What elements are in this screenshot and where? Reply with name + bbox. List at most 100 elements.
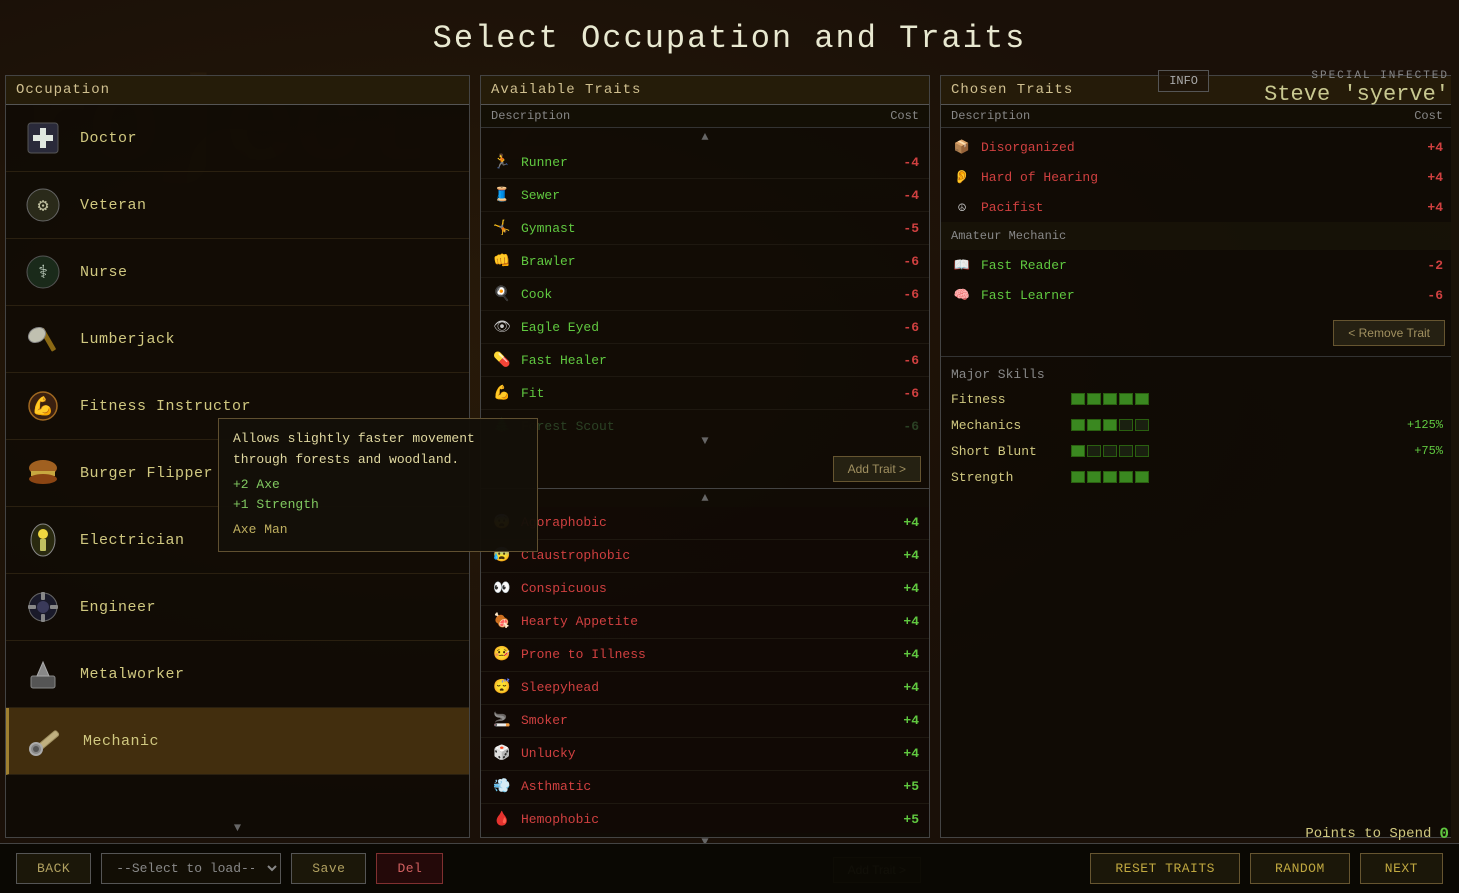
occupation-name-mechanic: Mechanic <box>83 733 159 750</box>
available-traits-subheader: Description Cost <box>481 105 929 128</box>
points-value: 0 <box>1439 825 1449 843</box>
trait-cost-eagle-eyed: -6 <box>891 320 919 335</box>
top-right-info: SPECIAL INFECTED Steve 'syerve' <box>1264 70 1449 107</box>
save-button[interactable]: Save <box>291 853 366 884</box>
nurse-icon: ⚕ <box>18 247 68 297</box>
main-layout: Occupation Doctor ⚙ <box>0 70 1459 843</box>
trait-name-gymnast: Gymnast <box>521 221 891 236</box>
trait-cost-smoker: +4 <box>891 713 919 728</box>
svg-text:💪: 💪 <box>32 395 54 418</box>
trait-sleepyhead[interactable]: 😴 Sleepyhead +4 <box>481 672 929 705</box>
trait-cost-claustrophobic: +4 <box>891 548 919 563</box>
skill-bar <box>1087 393 1101 405</box>
smoker-icon: 🚬 <box>491 710 513 732</box>
runner-icon: 🏃 <box>491 151 513 173</box>
back-button[interactable]: BACK <box>16 853 91 884</box>
trait-name-hemophobic: Hemophobic <box>521 812 891 827</box>
skill-bars-strength <box>1071 471 1385 483</box>
pos-traits-scroll-up[interactable]: ▲ <box>481 128 929 146</box>
negative-traits-list: 😨 Agoraphobic +4 😰 Claustrophobic +4 👀 C… <box>481 507 929 834</box>
cook-icon: 🍳 <box>491 283 513 305</box>
chosen-cost-fast-reader: -2 <box>1415 258 1443 273</box>
fit-icon: 💪 <box>491 382 513 404</box>
trait-agoraphobic[interactable]: 😨 Agoraphobic +4 <box>481 507 929 540</box>
fast-reader-icon: 📖 <box>951 254 973 276</box>
skill-bar <box>1135 393 1149 405</box>
trait-name-sewer: Sewer <box>521 188 891 203</box>
random-button[interactable]: RANDOM <box>1250 853 1350 884</box>
fast-learner-icon: 🧠 <box>951 284 973 306</box>
pos-traits-scroll-down[interactable]: ▼ <box>481 432 929 450</box>
trait-claustrophobic[interactable]: 😰 Claustrophobic +4 <box>481 540 929 573</box>
trait-runner[interactable]: 🏃 Runner -4 <box>481 146 929 179</box>
skill-bars-short-blunt <box>1071 445 1385 457</box>
trait-forest-scout[interactable]: 🌲 Forest Scout -6 <box>481 410 929 432</box>
trait-name-cook: Cook <box>521 287 891 302</box>
skill-bar <box>1071 445 1085 457</box>
skill-bar-empty <box>1119 419 1133 431</box>
occupation-item-engineer[interactable]: Engineer <box>6 574 469 641</box>
chosen-list: 📦 Disorganized +4 👂 Hard of Hearing +4 ☮… <box>941 128 1453 314</box>
chosen-disorganized[interactable]: 📦 Disorganized +4 <box>941 132 1453 162</box>
add-trait-button-top[interactable]: Add Trait > <box>833 456 921 482</box>
trait-cook[interactable]: 🍳 Cook -6 <box>481 278 929 311</box>
trait-fast-healer[interactable]: 💊 Fast Healer -6 <box>481 344 929 377</box>
skill-bar <box>1071 419 1085 431</box>
chosen-traits-subheader: Description Cost <box>941 105 1453 128</box>
trait-hearty-appetite[interactable]: 🍖 Hearty Appetite +4 <box>481 606 929 639</box>
chosen-name-disorganized: Disorganized <box>981 140 1415 155</box>
trait-asthmatic[interactable]: 💨 Asthmatic +5 <box>481 771 929 804</box>
next-button[interactable]: NEXT <box>1360 853 1443 884</box>
remove-trait-button[interactable]: < Remove Trait <box>1333 320 1445 346</box>
load-select[interactable]: --Select to load-- <box>101 853 281 884</box>
chosen-name-pacifist: Pacifist <box>981 200 1415 215</box>
trait-fit[interactable]: 💪 Fit -6 <box>481 377 929 410</box>
trait-hemophobic[interactable]: 🩸 Hemophobic +5 <box>481 804 929 834</box>
neg-traits-scroll-up[interactable]: ▲ <box>481 489 929 507</box>
skill-bar <box>1087 471 1101 483</box>
chosen-name-hard-hearing: Hard of Hearing <box>981 170 1415 185</box>
chosen-cost-hard-hearing: +4 <box>1415 170 1443 185</box>
trait-cost-fast-healer: -6 <box>891 353 919 368</box>
trait-tooltip: Allows slightly faster movement through … <box>218 418 538 552</box>
del-button[interactable]: Del <box>376 853 443 884</box>
available-traits-desc-col: Description <box>491 109 570 123</box>
major-skills-header: Major Skills <box>951 361 1443 386</box>
trait-conspicuous[interactable]: 👀 Conspicuous +4 <box>481 573 929 606</box>
trait-cost-fit: -6 <box>891 386 919 401</box>
chosen-name-fast-learner: Fast Learner <box>981 288 1415 303</box>
doctor-icon <box>18 113 68 163</box>
trait-gymnast[interactable]: 🤸 Gymnast -5 <box>481 212 929 245</box>
skill-bar <box>1071 471 1085 483</box>
trait-prone-to-illness[interactable]: 🤒 Prone to Illness +4 <box>481 639 929 672</box>
occupation-scroll-down[interactable]: ▼ <box>6 819 469 837</box>
occupation-name-fitness: Fitness Instructor <box>80 398 251 415</box>
trait-cost-sewer: -4 <box>891 188 919 203</box>
hard-hearing-icon: 👂 <box>951 166 973 188</box>
trait-sewer[interactable]: 🧵 Sewer -4 <box>481 179 929 212</box>
occupation-item-mechanic[interactable]: Mechanic <box>6 708 469 775</box>
occupation-item-doctor[interactable]: Doctor <box>6 105 469 172</box>
eagle-eyed-icon: 👁 <box>491 316 513 338</box>
occupation-item-lumberjack[interactable]: Lumberjack <box>6 306 469 373</box>
svg-text:⚕: ⚕ <box>38 264 49 284</box>
trait-smoker[interactable]: 🚬 Smoker +4 <box>481 705 929 738</box>
chosen-fast-reader[interactable]: 📖 Fast Reader -2 <box>941 250 1453 280</box>
skill-bar <box>1103 393 1117 405</box>
trait-eagle-eyed[interactable]: 👁 Eagle Eyed -6 <box>481 311 929 344</box>
occupation-header: Occupation <box>6 76 469 105</box>
trait-brawler[interactable]: 👊 Brawler -6 <box>481 245 929 278</box>
sewer-icon: 🧵 <box>491 184 513 206</box>
chosen-pacifist[interactable]: ☮ Pacifist +4 <box>941 192 1453 222</box>
trait-name-fast-healer: Fast Healer <box>521 353 891 368</box>
electrician-icon <box>18 515 68 565</box>
chosen-hard-hearing[interactable]: 👂 Hard of Hearing +4 <box>941 162 1453 192</box>
chosen-fast-learner[interactable]: 🧠 Fast Learner -6 <box>941 280 1453 310</box>
occupation-item-veteran[interactable]: ⚙ Veteran <box>6 172 469 239</box>
bottom-bar: BACK --Select to load-- Save Del RESET T… <box>0 843 1459 893</box>
trait-unlucky[interactable]: 🎲 Unlucky +4 <box>481 738 929 771</box>
occupation-item-nurse[interactable]: ⚕ Nurse <box>6 239 469 306</box>
reset-traits-button[interactable]: RESET TRAITS <box>1090 853 1240 884</box>
info-button[interactable]: INFO <box>1158 70 1209 92</box>
occupation-item-metalworker[interactable]: Metalworker <box>6 641 469 708</box>
